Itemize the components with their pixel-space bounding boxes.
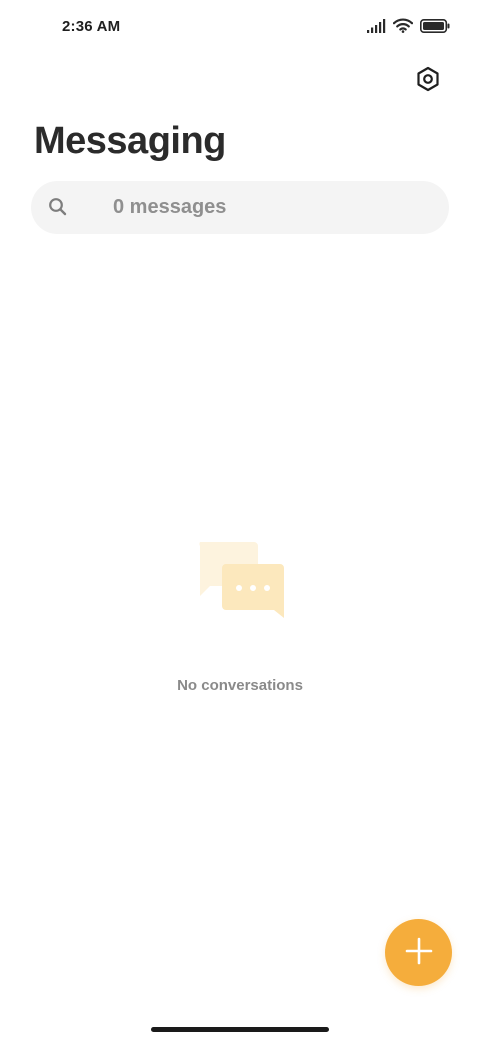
search-icon xyxy=(48,197,68,217)
chat-bubbles-icon xyxy=(196,542,286,626)
settings-gear-icon xyxy=(415,66,441,97)
home-indicator[interactable] xyxy=(151,1027,329,1032)
search-bar[interactable] xyxy=(31,181,449,234)
status-icons xyxy=(367,18,450,33)
settings-button[interactable] xyxy=(410,63,446,99)
plus-icon xyxy=(405,937,433,968)
search-input[interactable] xyxy=(113,181,433,234)
messaging-screen: 2:36 AM Messaging 0 messages No conversa… xyxy=(0,0,480,1040)
empty-state-text: No conversations xyxy=(177,677,303,694)
empty-state-illustration xyxy=(196,542,286,622)
new-conversation-button[interactable] xyxy=(385,919,452,986)
battery-icon xyxy=(420,18,450,33)
page-title: Messaging xyxy=(34,120,226,162)
signal-icon xyxy=(367,18,386,33)
status-bar: 2:36 AM xyxy=(0,0,480,56)
status-time: 2:36 AM xyxy=(62,18,121,35)
wifi-icon xyxy=(393,18,413,33)
